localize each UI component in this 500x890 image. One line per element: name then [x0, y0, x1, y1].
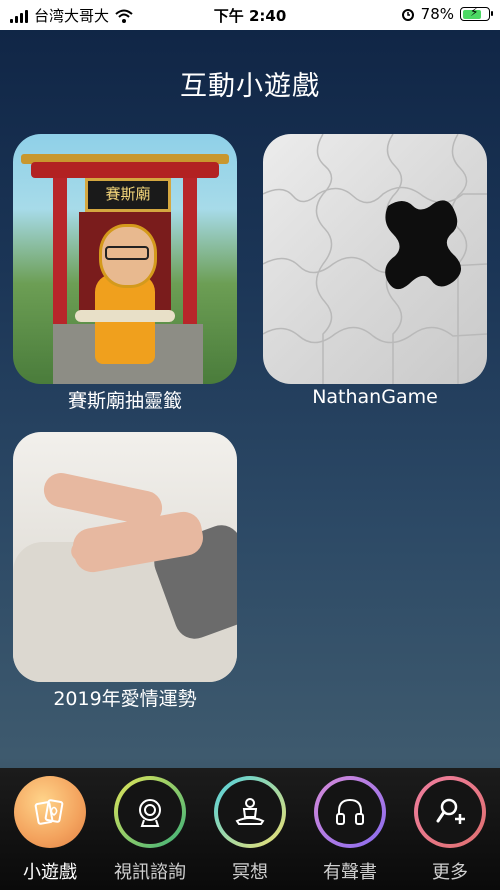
cards-icon [34, 799, 64, 825]
tab-icon-ring [414, 776, 486, 848]
tab-more[interactable]: 更多 [400, 776, 500, 884]
tab-icon-ring [214, 776, 286, 848]
alarm-icon [401, 9, 414, 21]
game-label-temple[interactable]: 賽斯廟抽靈籤 [13, 386, 237, 413]
glasses-icon [105, 246, 149, 260]
battery-icon: ⚡ [460, 5, 493, 21]
tab-icon-ring [114, 776, 186, 848]
game-tile-temple[interactable]: 賽斯廟 [13, 134, 237, 384]
tab-meditation[interactable]: 冥想 [200, 776, 300, 884]
temple-pillar-left [53, 178, 67, 328]
battery-percent: 78% [420, 5, 454, 23]
add-user-search-icon [436, 798, 465, 824]
headphones-icon [336, 798, 364, 825]
missing-piece-hole [385, 200, 462, 290]
tab-audiobooks[interactable]: 有聲書 [300, 776, 400, 884]
scroll-icon [75, 310, 175, 322]
tab-label-meditation: 冥想 [232, 862, 268, 883]
game-tile-love-fortune[interactable] [13, 432, 237, 682]
game-tile-nathangame[interactable] [263, 134, 487, 384]
page-title: 互動小遊戲 [180, 71, 320, 102]
webcam-icon [139, 799, 161, 827]
tab-mini-games[interactable]: 小遊戲 [0, 776, 100, 884]
game-label-love-fortune[interactable]: 2019年愛情運勢 [13, 684, 237, 711]
status-bar: 台湾大哥大 下午 2:40 78% ⚡ [0, 0, 500, 30]
tab-icon-ring [14, 776, 86, 848]
temple-roof-beam [31, 162, 219, 178]
tab-icon-ring [314, 776, 386, 848]
bottom-tab-bar: 小遊戲 視訊諮詢 冥想 有聲書 更多 [0, 768, 500, 890]
tab-label-more: 更多 [432, 862, 468, 883]
jigsaw-puzzle-image [263, 134, 487, 384]
temple-pillar-right [183, 178, 197, 328]
game-label-nathangame[interactable]: NathanGame [263, 386, 487, 408]
tab-label-audiobooks: 有聲書 [323, 862, 377, 883]
tab-video-consult[interactable]: 視訊諮詢 [100, 776, 200, 884]
temple-sign: 賽斯廟 [85, 178, 171, 212]
tab-label-video-consult: 視訊諮詢 [114, 862, 186, 883]
tab-label-mini-games: 小遊戲 [23, 862, 77, 883]
meditation-icon [235, 798, 265, 825]
